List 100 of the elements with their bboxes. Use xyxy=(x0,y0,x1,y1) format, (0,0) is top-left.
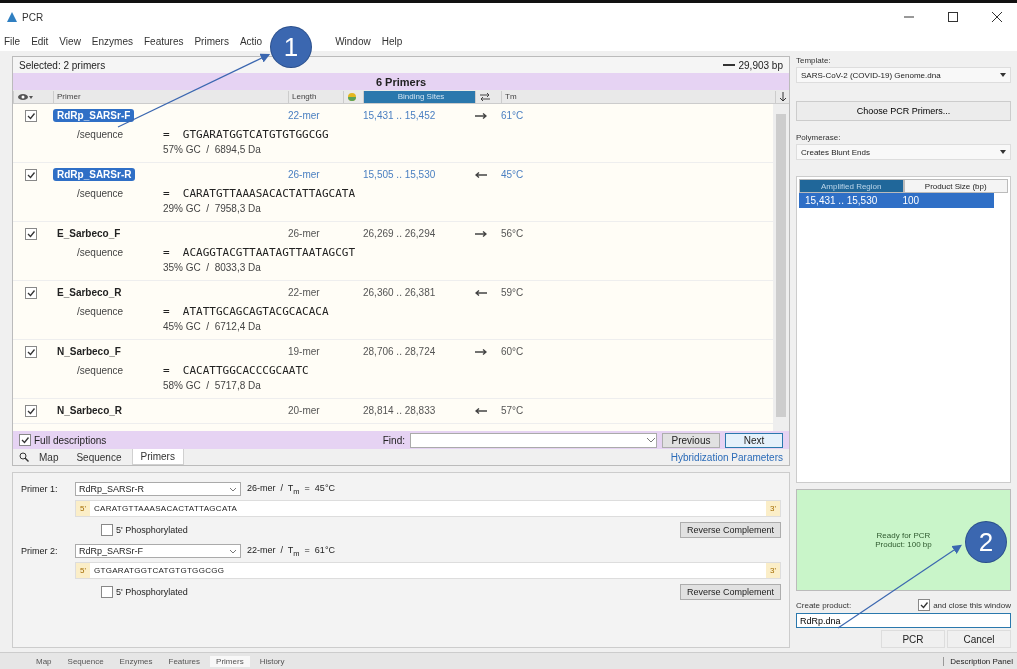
menu-item[interactable]: Features xyxy=(144,35,184,47)
polymerase-dropdown[interactable]: Creates Blunt Ends xyxy=(796,144,1011,160)
hybridization-parameters-link[interactable]: Hybridization Parameters xyxy=(670,451,783,463)
checkbox[interactable] xyxy=(101,586,113,598)
gc-content-mass: 45% GC / 6712,4 Da xyxy=(162,321,262,334)
dropdown-caret-icon xyxy=(229,486,237,492)
dialog-button[interactable]: PCR xyxy=(881,630,945,648)
view-tab[interactable]: Map xyxy=(31,449,67,465)
primer-name[interactable]: E_Sarbeco_R xyxy=(53,286,126,299)
menu-item[interactable]: Primers xyxy=(194,35,229,47)
melting-temperature: 45°C xyxy=(501,169,525,180)
checkbox[interactable] xyxy=(101,524,113,536)
checkbox-label: Full descriptions xyxy=(34,434,107,446)
dialog-button[interactable]: Cancel xyxy=(947,630,1011,648)
primer-sequence: = CARATGTTAAASACACTATTAGCATA xyxy=(163,186,356,200)
sequence-field[interactable]: 5' GTGARATGGTCATGTGTGGCGG 3' xyxy=(75,562,781,579)
sort-down-icon xyxy=(779,91,787,102)
primer-dropdown[interactable]: RdRp_SARSr-F xyxy=(75,544,241,558)
menu-item[interactable]: Enzymes xyxy=(91,35,133,47)
nav-button[interactable]: Next xyxy=(725,432,783,448)
checkbox[interactable] xyxy=(25,404,37,417)
bottom-tab[interactable]: Map xyxy=(30,655,58,667)
binding-site-range: 26,269 .. 26,294 xyxy=(363,228,437,239)
create-product-label: Create product: xyxy=(796,600,852,610)
primer-dropdown[interactable]: RdRp_SARSr-R xyxy=(75,482,241,496)
dropdown-value: RdRp_SARSr-F xyxy=(79,546,143,556)
maximize-icon xyxy=(948,12,958,22)
check-icon xyxy=(26,169,36,180)
find-label: Find: xyxy=(382,434,405,446)
gc-content-mass: 35% GC / 8033,3 Da xyxy=(162,262,262,275)
primer-info: 26-mer / T$_{m}$ = 45°C xyxy=(247,482,335,496)
primer-sequence: = CACATTGGCACCCGCAATC xyxy=(163,363,309,377)
primer-label: Primer 1: xyxy=(21,484,59,494)
find-field[interactable] xyxy=(410,432,657,448)
bottom-tab[interactable]: Primers xyxy=(210,655,250,667)
product-name-field[interactable]: RdRp.dna xyxy=(796,613,1011,628)
checkbox[interactable] xyxy=(25,168,37,181)
check-icon xyxy=(919,600,930,610)
checkbox[interactable] xyxy=(25,345,37,358)
primer-name[interactable]: E_Sarbeco_F xyxy=(53,227,125,240)
binding-site-range: 15,431 .. 15,452 xyxy=(363,110,437,121)
app-logo-icon xyxy=(6,11,18,23)
menu-item[interactable]: File xyxy=(4,35,21,47)
column-header[interactable]: Length xyxy=(288,90,343,103)
primer-length: 26-mer xyxy=(288,169,321,180)
menu-item[interactable]: View xyxy=(59,35,81,47)
bottom-tab[interactable]: Enzymes xyxy=(113,655,159,667)
menu-item[interactable]: Help xyxy=(381,35,403,47)
column-header[interactable]: Product Size (bp) xyxy=(903,179,1008,193)
primer-name[interactable]: RdRp_SARSr-R xyxy=(53,168,136,181)
primer-sequence: = ACAGGTACGTTAATAGTTAATAGCGT xyxy=(163,245,356,259)
reverse-complement-button[interactable]: Reverse Complement xyxy=(679,522,781,538)
list-heading: 6 Primers xyxy=(13,73,789,90)
melting-temperature: 61°C xyxy=(501,110,525,121)
reverse-complement-button[interactable]: Reverse Complement xyxy=(679,584,781,600)
choose-primers-button[interactable]: Choose PCR Primers... xyxy=(796,101,1011,121)
checkbox[interactable] xyxy=(25,109,37,122)
product-row[interactable]: 15,431 .. 15,530 100 xyxy=(799,193,994,208)
view-tab[interactable]: Primers xyxy=(131,449,184,465)
search-icon xyxy=(19,452,29,462)
sequence-value: CARATGTTAAASACACTATTAGCATA xyxy=(93,504,239,513)
view-tab[interactable]: Sequence xyxy=(68,449,130,465)
checkbox[interactable] xyxy=(918,599,931,611)
right-arrow-icon xyxy=(475,113,487,119)
column-header[interactable]: Binding Sites xyxy=(363,90,475,103)
menu-item[interactable]: Window xyxy=(335,35,371,47)
bottom-tab[interactable]: Features xyxy=(162,655,207,667)
nav-button[interactable]: Previous xyxy=(662,432,720,448)
primer-name[interactable]: N_Sarbeco_F xyxy=(53,345,125,358)
column-header[interactable]: Primer xyxy=(53,90,288,103)
check-icon xyxy=(26,287,36,298)
three-prime-label: 3' xyxy=(766,563,780,578)
primer-name[interactable]: RdRp_SARSr-F xyxy=(53,109,135,122)
dropdown-caret-icon xyxy=(646,437,656,443)
checkbox[interactable] xyxy=(25,227,37,240)
primer-sequence: = ATATTGCAGCAGTACGCACACA xyxy=(163,304,329,318)
column-header[interactable]: Amplified Region xyxy=(799,179,904,193)
binding-site-range: 28,814 .. 28,833 xyxy=(363,405,437,416)
bottom-tab[interactable]: History xyxy=(253,655,291,667)
three-prime-label: 3' xyxy=(766,501,780,516)
checkbox[interactable] xyxy=(25,286,37,299)
menu-item[interactable]: Edit xyxy=(31,35,49,47)
description-panel-tab[interactable]: Description Panel xyxy=(943,656,1013,666)
checkbox[interactable] xyxy=(19,434,31,446)
primer-info: 22-mer / T$_{m}$ = 61°C xyxy=(247,544,335,558)
eye-icon xyxy=(17,92,35,101)
template-dropdown[interactable]: SARS-CoV-2 (COVID-19) Genome.dna xyxy=(796,67,1011,83)
menu-item[interactable]: Actio xyxy=(239,35,263,47)
melting-temperature: 57°C xyxy=(501,405,525,416)
checkbox-label: and close this window xyxy=(933,600,1011,610)
column-header[interactable]: Tm xyxy=(501,90,775,103)
left-arrow-icon xyxy=(475,290,487,296)
scrollbar[interactable] xyxy=(773,104,789,431)
sequence-field[interactable]: 5' CARATGTTAAASACACTATTAGCATA 3' xyxy=(75,500,781,517)
sequence-line-icon xyxy=(722,63,735,67)
bottom-tab[interactable]: Sequence xyxy=(61,655,110,667)
window-title: PCR xyxy=(22,11,45,23)
size-cell-text: 100 xyxy=(901,195,921,206)
check-icon xyxy=(26,110,36,121)
primer-name[interactable]: N_Sarbeco_R xyxy=(53,404,127,417)
